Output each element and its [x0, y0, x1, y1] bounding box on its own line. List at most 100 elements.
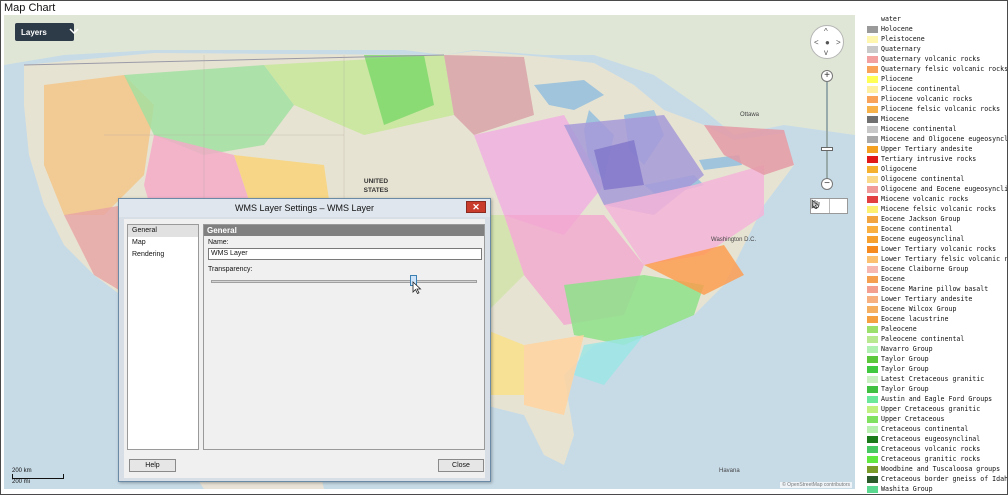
legend-swatch: [867, 396, 878, 403]
zoom-out-button[interactable]: −: [821, 178, 833, 190]
pan-left-icon[interactable]: <: [814, 39, 819, 47]
legend-swatch: [867, 156, 878, 163]
legend-item: Upper Cretaceous granitic: [867, 405, 1007, 415]
legend-swatch: [867, 346, 878, 353]
legend-swatch: [867, 176, 878, 183]
zoom-in-button[interactable]: +: [821, 70, 833, 82]
legend-swatch: [867, 66, 878, 73]
pan-down-icon[interactable]: v: [824, 49, 828, 57]
transparency-slider[interactable]: [211, 280, 477, 283]
legend-swatch: [867, 116, 878, 123]
dialog-title: WMS Layer Settings – WMS Layer: [119, 199, 490, 217]
legend-item: Lower Tertiary andesite: [867, 295, 1007, 305]
legend-swatch: [867, 476, 878, 483]
pan-up-icon[interactable]: ^: [824, 28, 828, 36]
legend-label: Cretaceous border gneiss of Idaho: [881, 475, 1008, 483]
legend-label: Woodbine and Tuscaloosa groups: [881, 465, 1001, 473]
legend-label: Pleistocene: [881, 35, 925, 43]
legend-item: Eocene: [867, 275, 1007, 285]
legend-item: Oligocene continental: [867, 175, 1007, 185]
legend-label: Navarro Group: [881, 345, 933, 353]
legend-swatch: [867, 266, 878, 273]
legend-item: Miocene volcanic rocks: [867, 195, 1007, 205]
legend-swatch: [867, 436, 878, 443]
legend-swatch: [867, 366, 878, 373]
legend-item: Quaternary volcanic rocks: [867, 55, 1007, 65]
legend-item: Lower Tertiary felsic volcanic ro: [867, 255, 1007, 265]
pan-center-icon: ●: [825, 38, 830, 47]
help-button[interactable]: Help: [129, 459, 176, 472]
close-button[interactable]: Close: [438, 459, 484, 472]
legend-item: Eocene Claiborne Group: [867, 265, 1007, 275]
legend-item: Taylor Group: [867, 385, 1007, 395]
legend-label: Lower Tertiary andesite: [881, 295, 973, 303]
legend-item: Quaternary: [867, 45, 1007, 55]
pan-right-icon[interactable]: >: [836, 39, 841, 47]
name-input[interactable]: WMS Layer: [208, 248, 482, 260]
legend-item: Latest Cretaceous granitic: [867, 375, 1007, 385]
dialog-close-icon[interactable]: ✕: [466, 201, 486, 213]
legend-label: Cretaceous eugeosynclinal: [881, 435, 981, 443]
legend-swatch: [867, 146, 878, 153]
legend-swatch: [867, 166, 878, 173]
legend-swatch: [867, 486, 878, 493]
legend-label: Lower Tertiary felsic volcanic ro: [881, 255, 1008, 263]
label-united-states: UNITED STATES: [363, 178, 389, 194]
legend-label: Eocene: [881, 275, 905, 283]
nav-item-map[interactable]: Map: [128, 237, 198, 249]
legend-item: Miocene: [867, 115, 1007, 125]
legend-swatch: [867, 316, 878, 323]
layers-dropdown-button[interactable]: Layers: [15, 23, 79, 41]
zoom-slider-track[interactable]: [826, 81, 828, 185]
legend-swatch: [867, 26, 878, 33]
legend-label: Pliocene: [881, 75, 913, 83]
label-washington: Washington D.C.: [711, 237, 757, 243]
legend-item: Quaternary felsic volcanic rocks: [867, 65, 1007, 75]
nav-item-general[interactable]: General: [128, 225, 198, 237]
pan-tool[interactable]: [812, 199, 848, 213]
legend-swatch: [867, 446, 878, 453]
legend-swatch: [867, 286, 878, 293]
legend-label: Cretaceous continental: [881, 425, 969, 433]
legend-swatch: [867, 276, 878, 283]
legend-label: Pliocene volcanic rocks: [881, 95, 973, 103]
legend-label: Austin and Eagle Ford Groups: [881, 395, 993, 403]
legend-label: Pliocene felsic volcanic rocks: [881, 105, 1001, 113]
legend-item: Cretaceous border gneiss of Idaho: [867, 475, 1007, 485]
legend-label: Miocene volcanic rocks: [881, 195, 969, 203]
map-attribution[interactable]: © OpenStreetMap contributors: [780, 482, 852, 488]
legend-label: Upper Tertiary andesite: [881, 145, 973, 153]
legend-label: Paleocene continental: [881, 335, 965, 343]
wms-layer-settings-dialog: WMS Layer Settings – WMS Layer ✕ General…: [118, 198, 491, 482]
legend-item: Pliocene continental: [867, 85, 1007, 95]
legend-label: Miocene and Oligocene eugeosyncli: [881, 135, 1008, 143]
transparency-label: Transparency:: [208, 266, 253, 273]
legend-item: water: [867, 15, 1007, 25]
legend-label: Latest Cretaceous granitic: [881, 375, 985, 383]
pan-control[interactable]: ^ < > v ●: [810, 25, 844, 59]
legend-swatch: [867, 306, 878, 313]
legend-label: Quaternary volcanic rocks: [881, 55, 981, 63]
legend-item: Oligocene: [867, 165, 1007, 175]
map-chart-window: Map Chart Layers ^ < > v ● + − UNITED ST…: [0, 0, 1008, 495]
nav-item-rendering[interactable]: Rendering: [128, 249, 198, 261]
legend-swatch: [867, 356, 878, 363]
legend-label: Pliocene continental: [881, 85, 961, 93]
legend-swatch: [867, 256, 878, 263]
legend-label: Oligocene: [881, 165, 917, 173]
legend-swatch: [867, 86, 878, 93]
zoom-slider-thumb[interactable]: [821, 147, 833, 151]
legend-item: Oligocene and Eocene eugeosynclin: [867, 185, 1007, 195]
legend-label: Taylor Group: [881, 385, 929, 393]
legend-label: Cretaceous volcanic rocks: [881, 445, 981, 453]
legend-label: water: [881, 15, 901, 23]
legend-item: Washita Group: [867, 485, 1007, 494]
legend-item: Tertiary intrusive rocks: [867, 155, 1007, 165]
legend-swatch: [867, 206, 878, 213]
legend-item: Navarro Group: [867, 345, 1007, 355]
dialog-body: General Map Rendering General Name: WMS …: [124, 219, 485, 478]
legend-label: Holocene: [881, 25, 913, 33]
label-ottawa: Ottawa: [740, 112, 760, 118]
legend-item: Eocene eugeosynclinal: [867, 235, 1007, 245]
scale-mi: 200 mi: [12, 479, 31, 485]
